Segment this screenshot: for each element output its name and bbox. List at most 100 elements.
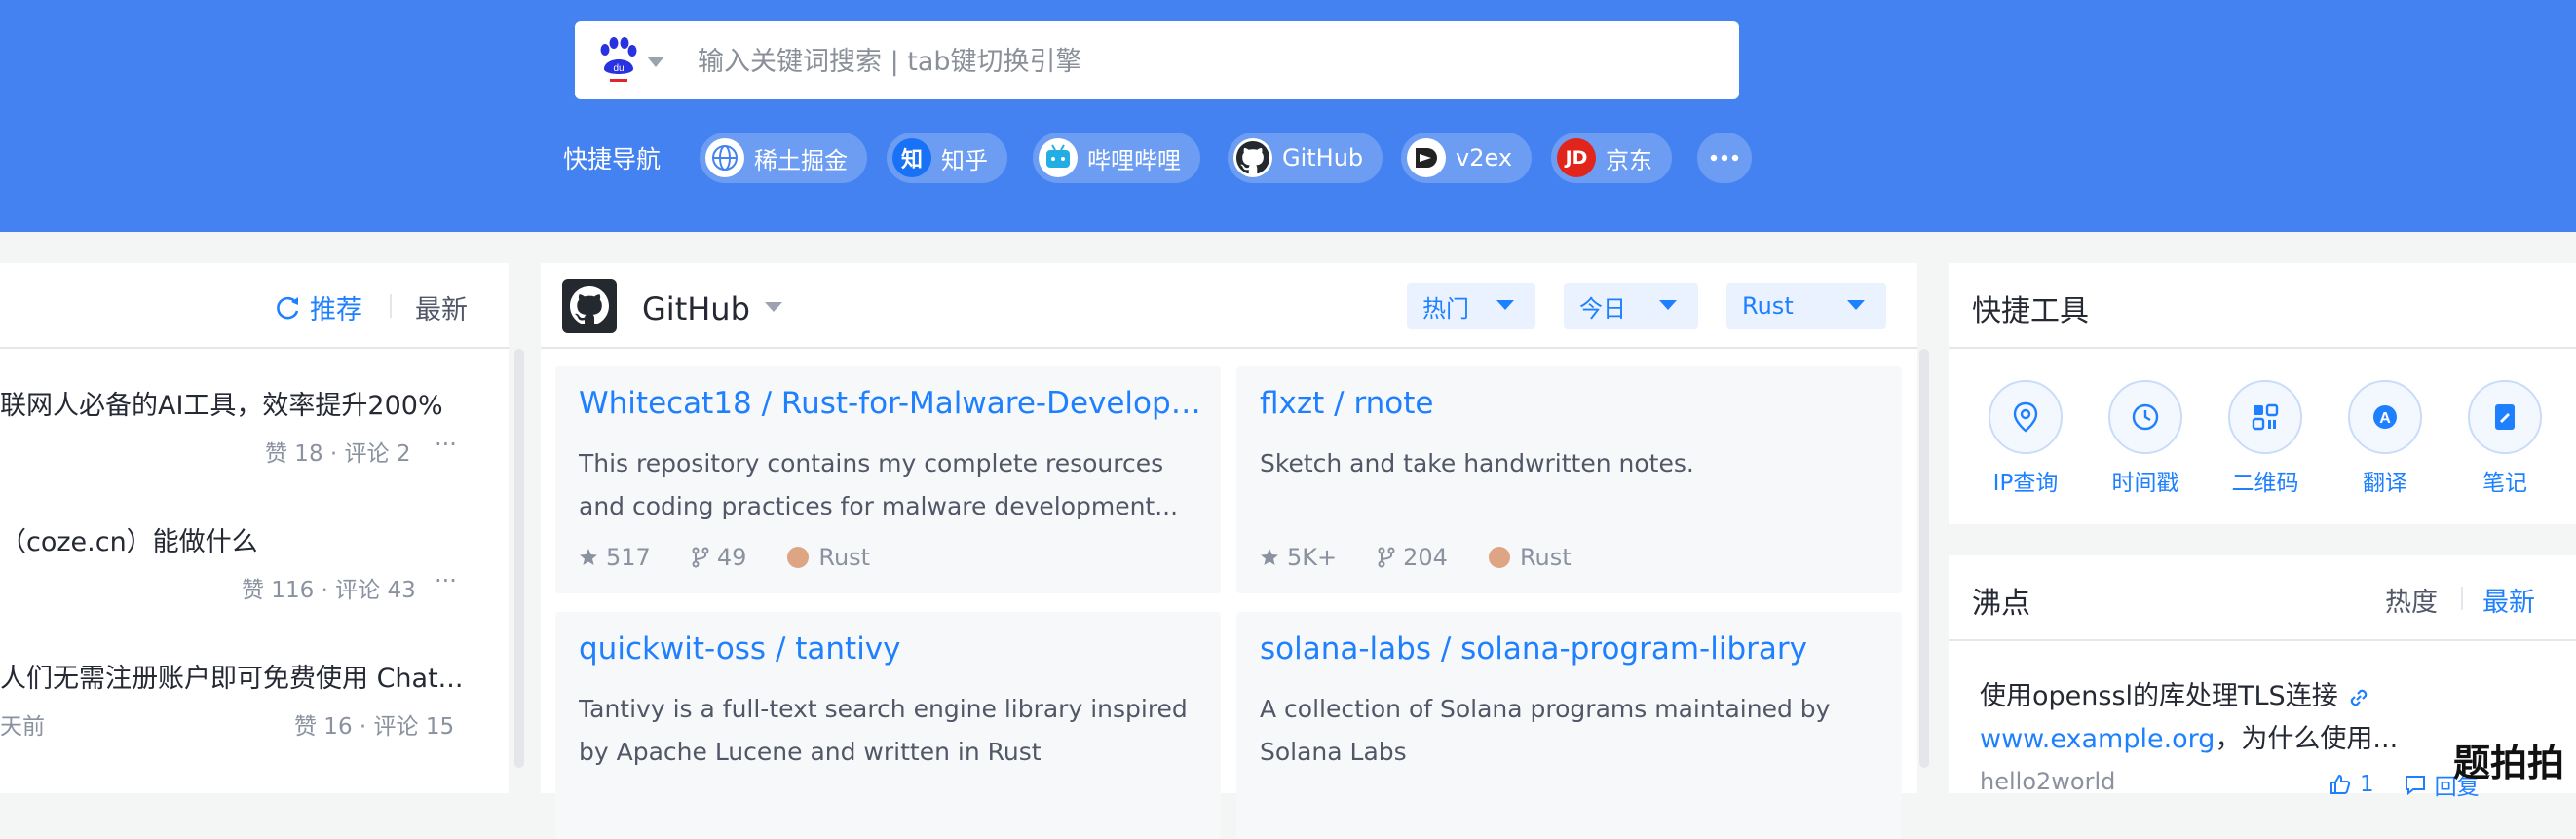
repo-name[interactable]: solana-labs / solana-program-library [1260, 631, 1883, 667]
v2ex-icon [1407, 138, 1446, 177]
more-icon[interactable]: ··· [435, 431, 457, 458]
sort-dropdown[interactable]: 热门 [1407, 283, 1535, 329]
github-icon [1233, 138, 1272, 177]
tab-divider [390, 294, 392, 318]
svg-text:A: A [2379, 410, 2391, 427]
tab-recommend[interactable]: 推荐 [273, 288, 362, 326]
link-icon [2351, 689, 2368, 706]
repo-forks: 204 [1378, 544, 1448, 571]
repo-name[interactable]: Whitecat18 / Rust-for-Malware-Developmen… [579, 386, 1202, 421]
post-link[interactable]: www.example.org [1980, 724, 2215, 754]
translate-icon: A [2348, 380, 2422, 454]
repo-card[interactable]: Whitecat18 / Rust-for-Malware-Developmen… [555, 366, 1221, 593]
nav-item-v2ex[interactable]: v2ex [1401, 133, 1533, 183]
repo-forks: 49 [692, 544, 746, 571]
location-icon [1989, 380, 2063, 454]
baidu-icon: du [600, 37, 637, 82]
clock-icon [2108, 380, 2182, 454]
article-title[interactable]: 人们无需注册账户即可免费使用 Chat... [0, 657, 468, 695]
search-input[interactable] [696, 37, 1713, 86]
tool-timestamp[interactable]: 时间戳 [2092, 380, 2199, 497]
chevron-down-icon[interactable] [647, 57, 664, 67]
more-icon[interactable] [1697, 133, 1752, 183]
watermark-text: 题拍拍 [2453, 742, 2565, 784]
repo-description: Sketch and take handwritten notes. [1260, 449, 1694, 477]
hot-post-text[interactable]: 使用openssl的库处理TLS连接 [1980, 674, 2371, 712]
repo-description: This repository contains my complete res… [579, 449, 1179, 520]
article-time: 天前 [0, 714, 45, 740]
github-trending-card: GitHub 热门 今日 Rust Whitecat18 / Rust-for-… [541, 263, 1917, 839]
quick-tools-header: 快捷工具 [1949, 263, 2576, 349]
svg-text:du: du [613, 63, 624, 74]
quick-nav-label: 快捷导航 [563, 145, 662, 173]
chevron-down-icon [1659, 300, 1677, 310]
article-title[interactable]: 联网人必备的AI工具，效率提升200% [0, 384, 468, 422]
tool-ip-lookup[interactable]: IP查询 [1972, 380, 2079, 497]
tool-qrcode[interactable]: 二维码 [2212, 380, 2319, 497]
github-icon [562, 279, 617, 333]
repo-stars: 517 [579, 544, 651, 571]
repo-description: A collection of Solana programs maintain… [1260, 695, 1831, 766]
star-icon [580, 549, 597, 565]
period-dropdown[interactable]: 今日 [1564, 283, 1698, 329]
article-list-header: 推荐 最新 [0, 263, 509, 349]
qrcode-icon [2228, 380, 2302, 454]
language-dropdown[interactable]: Rust [1726, 283, 1886, 329]
post-author[interactable]: hello2world [1980, 768, 2115, 795]
more-icon[interactable]: ··· [435, 567, 457, 594]
hot-topics-header: 沸点 热度 最新 [1949, 555, 2576, 641]
repo-card[interactable]: solana-labs / solana-program-library A c… [1236, 612, 1902, 839]
repo-description: Tantivy is a full-text search engine lib… [579, 695, 1188, 766]
language-dot [1488, 547, 1510, 568]
repo-name[interactable]: flxzt / rnote [1260, 386, 1883, 421]
section-title: 快捷工具 [1972, 294, 2089, 328]
repo-stars: 5K+ [1260, 544, 1337, 571]
tab-hot[interactable]: 热度 [2385, 581, 2438, 619]
repo-card[interactable]: flxzt / rnote Sketch and take handwritte… [1236, 366, 1902, 593]
nav-item-zhihu[interactable]: 知 知乎 [887, 133, 1007, 183]
comment-icon [2405, 776, 2425, 796]
article-meta: 赞 16 · 评论 15 [294, 714, 455, 740]
tab-latest[interactable]: 最新 [2482, 581, 2535, 619]
article-meta: 赞 18 · 评论 2 [265, 441, 411, 467]
like-button[interactable]: 1 [2329, 772, 2374, 797]
nav-item-bilibili[interactable]: 哔哩哔哩 [1033, 133, 1200, 183]
repo-name[interactable]: quickwit-oss / tantivy [579, 631, 1202, 667]
tab-latest[interactable]: 最新 [415, 288, 468, 326]
tab-divider [2461, 587, 2463, 610]
repo-card[interactable]: quickwit-oss / tantivy Tantivy is a full… [555, 612, 1221, 839]
star-icon [1261, 549, 1278, 565]
search-engine-selector[interactable]: du [596, 35, 674, 86]
nav-item-juejin[interactable]: 稀土掘金 [700, 133, 867, 183]
repo-language: Rust [1488, 544, 1572, 571]
github-header: GitHub 热门 今日 Rust [541, 263, 1917, 349]
bilibili-icon [1039, 138, 1078, 177]
scrollbar[interactable] [514, 349, 524, 768]
tool-notes[interactable]: 笔记 [2451, 380, 2558, 497]
chevron-down-icon[interactable] [765, 302, 782, 312]
language-dot [787, 547, 810, 568]
search-box[interactable]: du [575, 21, 1739, 99]
source-title[interactable]: GitHub [642, 290, 750, 327]
note-icon [2468, 380, 2542, 454]
repo-stats: 517 49 Rust [579, 540, 911, 575]
fork-icon [1378, 547, 1395, 568]
nav-item-jd[interactable]: JD 京东 [1551, 133, 1672, 183]
scrollbar[interactable] [1919, 349, 1929, 768]
globe-icon [705, 138, 744, 177]
refresh-icon [277, 296, 299, 319]
header-bar: du 快捷导航 稀土掘金 知 知乎 哔哩哔哩 [0, 0, 2576, 232]
thumbs-up-icon [2330, 774, 2351, 794]
repo-language: Rust [787, 544, 870, 571]
fork-icon [692, 547, 709, 568]
hot-post-text[interactable]: www.example.org，为什么使用... [1980, 717, 2398, 755]
tool-translate[interactable]: A 翻译 [2331, 380, 2439, 497]
jd-icon: JD [1557, 138, 1596, 177]
article-list-card: 推荐 最新 联网人必备的AI工具，效率提升200% 赞 18 · 评论 2 ··… [0, 263, 509, 793]
article-title[interactable]: （coze.cn）能做什么 [0, 520, 468, 558]
article-meta: 赞 116 · 评论 43 [242, 578, 416, 603]
zhihu-icon: 知 [892, 138, 931, 177]
quick-tools-card: 快捷工具 IP查询 时间戳 二维码 A 翻译 笔记 [1949, 263, 2576, 524]
chevron-down-icon [1847, 300, 1865, 310]
nav-item-github[interactable]: GitHub [1228, 133, 1383, 183]
